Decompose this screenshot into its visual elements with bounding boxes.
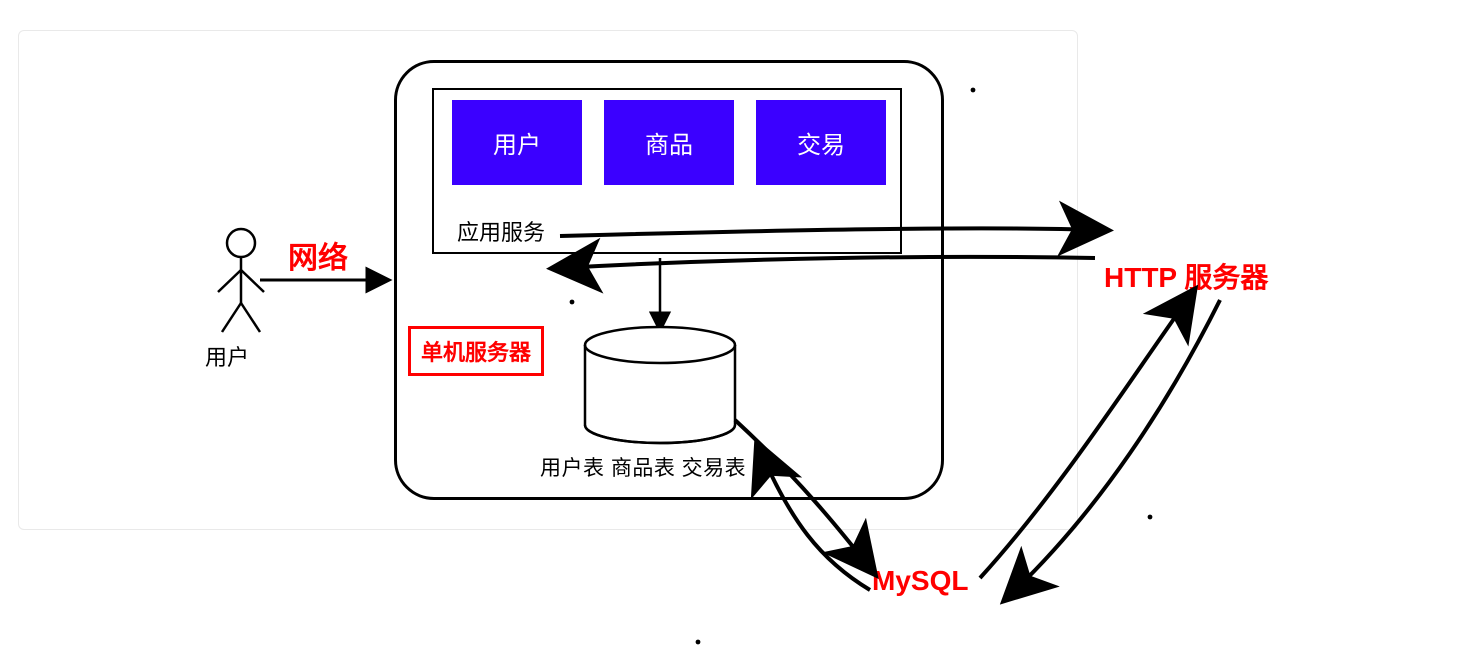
user-label: 用户 bbox=[205, 340, 249, 372]
database-tables: 用户表 商品表 交易表 bbox=[540, 452, 746, 482]
module-row: 用户 商品 交易 bbox=[452, 100, 886, 185]
diagram-stage: 用户 商品 交易 应用服务 网络 用户 单机服务器 数据库服务 用户表 商品表 … bbox=[0, 0, 1479, 651]
module-user: 用户 bbox=[452, 100, 582, 185]
module-trade: 交易 bbox=[756, 100, 886, 185]
http-server-label: HTTP 服务器 bbox=[1104, 256, 1268, 296]
database-label: 数据库服务 bbox=[618, 386, 723, 416]
mysql-label: MySQL bbox=[872, 565, 968, 597]
module-goods: 商品 bbox=[604, 100, 734, 185]
single-server-tag: 单机服务器 bbox=[408, 326, 544, 376]
dot-icon bbox=[1148, 515, 1153, 520]
dot-icon bbox=[696, 640, 701, 645]
network-label: 网络 bbox=[288, 233, 348, 277]
app-service-label: 应用服务 bbox=[457, 215, 545, 247]
